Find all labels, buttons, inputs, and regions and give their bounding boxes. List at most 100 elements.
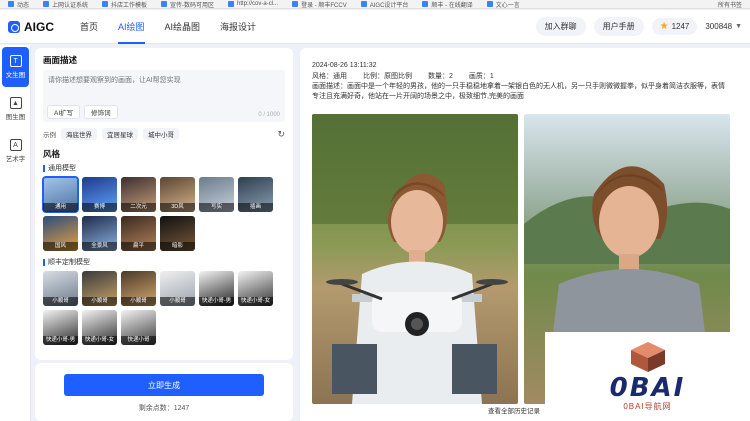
bookmark[interactable]: AIGC设计平台 [360, 0, 409, 9]
bookmark[interactable]: 宣传-数码可用区 [161, 0, 215, 9]
rail-label: 图生图 [5, 114, 26, 121]
nav-poster-design[interactable]: 海报设计 [210, 10, 266, 44]
bookmark-label: 动态 [17, 2, 30, 9]
bookmark[interactable]: 文心一言 [486, 0, 520, 9]
result-image[interactable] [312, 114, 518, 404]
style-tile[interactable]: 插画 [238, 177, 273, 212]
bookmark[interactable]: 动态 [8, 0, 30, 9]
style-tile[interactable]: 国风 [43, 216, 78, 251]
style-tile-label: 快递小哥-男 [199, 297, 234, 306]
bookmark-icon [360, 1, 367, 7]
style-tile-label: 赛博 [82, 203, 117, 212]
desc-title: 画面描述 [43, 55, 78, 65]
top-nav: AIGC 首页 AI绘图 AI绘晶图 海报设计 加入群聊 用户手册 ★ 1247… [0, 10, 750, 44]
style-tile[interactable]: 扁平 [121, 216, 156, 251]
bookmark-label: 登录 - 顺丰FCCV [301, 2, 347, 9]
bookmark-icon [43, 1, 50, 7]
group1-header: 通用模型 [43, 163, 285, 173]
style-tile[interactable]: 快递小哥-男 [43, 310, 78, 345]
style-tile[interactable]: 3D风 [160, 177, 195, 212]
bookmark[interactable]: http://cov-a-cl... [228, 1, 278, 7]
side-rail: T 文生图 ▲ 图生图 A 艺术字 [0, 45, 31, 421]
bookmark-label: 上网认证系统 [52, 2, 89, 9]
example-chip[interactable]: 城中小哥 [143, 128, 179, 140]
user-id: 300848 [705, 22, 733, 31]
style-tile-label: 暗影 [160, 242, 195, 251]
all-bookmarks[interactable]: 所有书签 [718, 0, 742, 9]
modifier-button[interactable]: 修饰词 [84, 105, 118, 119]
style-tile[interactable]: 小顺哥 [82, 271, 117, 306]
view-all-history-link[interactable]: 查看全部历史记录 [488, 405, 540, 415]
logo-icon [8, 20, 20, 33]
bookmark-icon [292, 1, 299, 7]
group2-title: 顺丰定制模型 [48, 259, 90, 266]
param-quality: 画质：1 [468, 73, 494, 80]
nav-ai-drawing[interactable]: AI绘图 [108, 10, 155, 44]
bookmark-icon [102, 1, 109, 7]
bookmark[interactable]: 抖店工作模板 [102, 0, 147, 8]
style-tile[interactable]: 快递小哥-女 [238, 271, 273, 306]
refresh-icon[interactable]: ↻ [277, 129, 285, 140]
bookmark-icon [228, 1, 235, 7]
result-prompt: 画面描述：画面中是一个年轻的男孩，他的一只手稳稳地拿着一架银白色的无人机，另一只… [312, 83, 725, 100]
style-tile[interactable]: 通用 [42, 176, 79, 213]
rail-text-to-image[interactable]: T 文生图 [2, 47, 29, 87]
rail-image-to-image[interactable]: ▲ 图生图 [0, 89, 31, 129]
style-tile-label: 扁平 [121, 242, 156, 251]
image-icon: ▲ [9, 97, 22, 109]
style-tile[interactable]: 二次元 [121, 177, 156, 212]
accent-bar [43, 164, 45, 172]
style-tile-label: 快递小哥 [121, 336, 156, 345]
style-tile[interactable]: 赛博 [82, 177, 117, 212]
generate-button[interactable]: 立即生成 [64, 374, 264, 396]
generate-area: 立即生成 剩余点数：1247 [35, 363, 293, 421]
points-badge[interactable]: ★ 1247 [651, 18, 698, 35]
style-tile[interactable]: 写实 [199, 177, 234, 212]
text-icon: T [9, 55, 22, 67]
result-meta: 2024-08-26 13:11:32 风格：通用 比例：原图比例 数量：2 画… [300, 48, 750, 82]
nav-ai-product[interactable]: AI绘晶图 [155, 10, 211, 44]
style-tile[interactable]: 快递小哥-男 [199, 271, 234, 306]
style-tile[interactable]: 快递小哥-女 [82, 310, 117, 345]
style-tile[interactable]: 小顺哥 [121, 271, 156, 306]
user-manual-button[interactable]: 用户手册 [593, 17, 644, 36]
boy-drone-photo [312, 114, 518, 404]
app-name: AIGC [24, 19, 54, 34]
watermark-text: 0BAI [609, 373, 686, 403]
style-tile-label: 小顺哥 [160, 297, 195, 306]
style-tile[interactable]: 暗影 [160, 216, 195, 251]
join-group-button[interactable]: 加入群聊 [535, 17, 586, 36]
prompt-input[interactable] [48, 75, 280, 97]
nav-home[interactable]: 首页 [70, 10, 108, 44]
general-styles-grid: 通用 赛博 二次元 3D风 写实 插画 国风 全景风 扁平 暗影 [42, 176, 285, 251]
bookmark[interactable]: 登录 - 顺丰FCCV [292, 0, 347, 9]
style-tile-label: 快递小哥-男 [43, 336, 78, 345]
examples-label: 示例 [43, 132, 56, 139]
style-tile[interactable]: 小顺哥 [160, 271, 195, 306]
rail-label: 艺术字 [5, 156, 26, 163]
style-tile[interactable]: 全景风 [82, 216, 117, 251]
result-timestamp: 2024-08-26 13:11:32 [312, 62, 377, 69]
style-tile[interactable]: 快递小哥 [121, 310, 156, 345]
example-chip[interactable]: 海底世界 [61, 128, 97, 140]
all-bookmarks-label: 所有书签 [717, 2, 742, 9]
group2-header: 顺丰定制模型 [43, 257, 285, 267]
bookmarks-bar: 动态 上网认证系统 抖店工作模板 宣传-数码可用区 http://cov-a-c… [0, 0, 750, 9]
rail-art-text[interactable]: A 艺术字 [0, 131, 31, 171]
example-chip[interactable]: 宜居星球 [102, 128, 138, 140]
ai-expand-button[interactable]: AI扩写 [47, 105, 81, 119]
bookmark-label: AIGC设计平台 [369, 2, 409, 9]
bookmark[interactable]: 顺丰 - 在线翻译 [422, 0, 473, 8]
prompt-box: AI扩写 修饰词 0 / 1000 [43, 70, 285, 122]
bookmark-label: 文心一言 [495, 2, 520, 9]
style-tile-label: 国风 [43, 242, 78, 251]
style-tile-label: 3D风 [160, 203, 195, 212]
bookmark[interactable]: 上网认证系统 [43, 0, 89, 9]
app-logo[interactable]: AIGC [0, 20, 70, 34]
style-tile[interactable]: 小顺哥 [43, 271, 78, 306]
style-tile-label: 全景风 [82, 242, 117, 251]
user-menu[interactable]: 300848 ▼ [705, 22, 742, 31]
remaining-points: 剩余点数：1247 [138, 405, 190, 412]
bookmark-label: 宣传-数码可用区 [170, 2, 215, 9]
style-tile-label: 快递小哥-女 [82, 336, 117, 345]
